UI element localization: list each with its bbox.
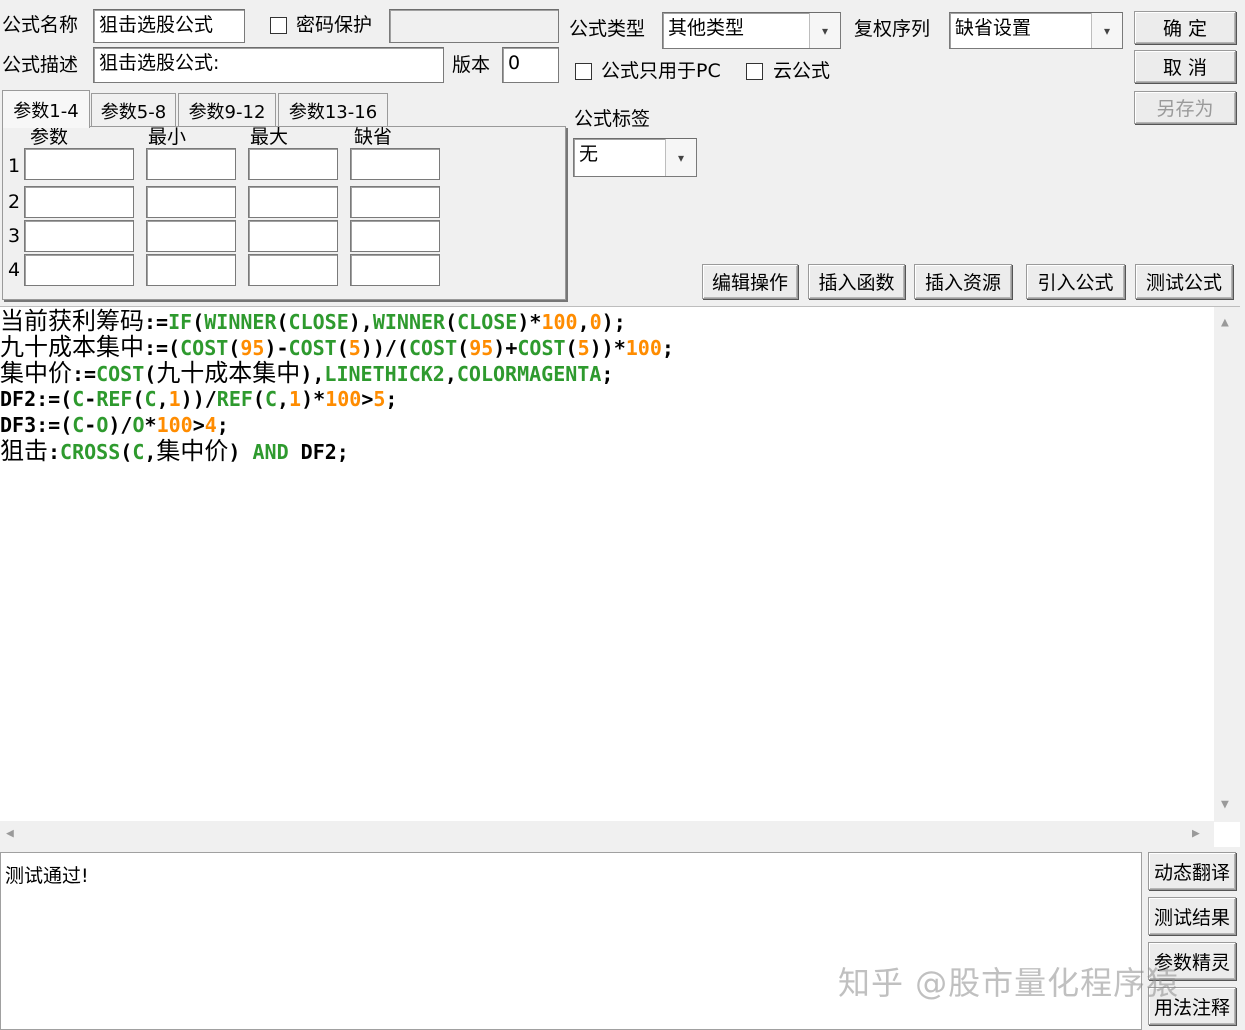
insert-resource-button[interactable]: 插入资源 <box>914 264 1012 299</box>
tab-params-1-4[interactable]: 参数1-4 <box>2 90 90 128</box>
param3-name-input[interactable] <box>24 220 134 252</box>
save-as-button[interactable]: 另存为 <box>1134 91 1236 124</box>
param-row-number: 1 <box>8 155 21 177</box>
scroll-left-icon[interactable]: ◀ <box>6 826 14 841</box>
pc-only-label: 公式只用于PC <box>601 60 721 82</box>
code-line: 当前获利筹码:=IF(WINNER(CLOSE),WINNER(CLOSE)*1… <box>0 307 626 335</box>
vertical-scrollbar[interactable]: ▲ ▼ <box>1214 307 1240 822</box>
cloud-label: 云公式 <box>773 60 831 82</box>
chevron-down-icon: ▾ <box>809 13 840 48</box>
insert-function-button[interactable]: 插入函数 <box>808 264 905 299</box>
formula-tag-select[interactable]: 无 ▾ <box>573 138 697 177</box>
param-header-default: 缺省 <box>354 126 393 148</box>
formula-type-label: 公式类型 <box>569 18 646 40</box>
tab-params-9-12[interactable]: 参数9-12 <box>178 93 276 127</box>
param3-default-input[interactable] <box>350 220 440 252</box>
param3-min-input[interactable] <box>146 220 236 252</box>
import-formula-button[interactable]: 引入公式 <box>1026 264 1125 299</box>
param4-min-input[interactable] <box>146 254 236 286</box>
scroll-down-icon[interactable]: ▼ <box>1221 797 1229 812</box>
formula-name-input[interactable]: 狙击选股公式 <box>93 9 245 43</box>
chevron-down-icon: ▾ <box>665 139 696 176</box>
tab-params-13-16[interactable]: 参数13-16 <box>278 93 388 127</box>
chevron-down-icon: ▾ <box>1091 13 1122 48</box>
version-label: 版本 <box>452 54 491 76</box>
param4-default-input[interactable] <box>350 254 440 286</box>
dynamic-translate-button[interactable]: 动态翻译 <box>1148 852 1236 890</box>
test-formula-button[interactable]: 测试公式 <box>1135 264 1233 299</box>
formula-type-value: 其他类型 <box>668 17 745 39</box>
param-header-min: 最小 <box>148 126 187 148</box>
param2-min-input[interactable] <box>146 186 236 218</box>
code-line: 九十成本集中:=(COST(95)-COST(5))/(COST(95)+COS… <box>0 333 674 361</box>
formula-desc-label: 公式描述 <box>2 54 79 76</box>
rights-sequence-value: 缺省设置 <box>955 17 1032 39</box>
test-result-button[interactable]: 测试结果 <box>1148 897 1236 935</box>
ok-button[interactable]: 确 定 <box>1134 11 1236 44</box>
param4-name-input[interactable] <box>24 254 134 286</box>
formula-type-select[interactable]: 其他类型 ▾ <box>662 12 841 49</box>
param-row-number: 2 <box>8 191 21 213</box>
code-line: 狙击:CROSS(C,集中价) AND DF2; <box>0 437 349 465</box>
code-line: DF3:=(C-O)/O*100>4; <box>0 413 229 437</box>
param-row-number: 4 <box>8 259 21 281</box>
param4-max-input[interactable] <box>248 254 338 286</box>
param2-name-input[interactable] <box>24 186 134 218</box>
cloud-checkbox[interactable] <box>746 63 763 80</box>
formula-code-editor[interactable]: 当前获利筹码:=IF(WINNER(CLOSE),WINNER(CLOSE)*1… <box>0 306 1240 847</box>
edit-operations-button[interactable]: 编辑操作 <box>702 264 798 299</box>
scroll-right-icon[interactable]: ▶ <box>1192 826 1200 841</box>
tab-params-5-8[interactable]: 参数5-8 <box>91 93 176 127</box>
param3-max-input[interactable] <box>248 220 338 252</box>
formula-desc-input[interactable]: 狙击选股公式: <box>93 47 444 83</box>
scroll-up-icon[interactable]: ▲ <box>1221 315 1229 330</box>
test-output-message: 测试通过! <box>5 865 89 887</box>
version-input[interactable]: 0 <box>502 47 559 83</box>
formula-name-label: 公式名称 <box>2 14 79 36</box>
param-row-number: 3 <box>8 225 21 247</box>
horizontal-scrollbar[interactable]: ◀ ▶ <box>0 821 1214 847</box>
param1-min-input[interactable] <box>146 148 236 180</box>
code-line: DF2:=(C-REF(C,1))/REF(C,1)*100>5; <box>0 387 398 411</box>
param1-name-input[interactable] <box>24 148 134 180</box>
password-input <box>389 9 559 43</box>
param2-max-input[interactable] <box>248 186 338 218</box>
password-checkbox[interactable] <box>270 17 287 34</box>
param1-max-input[interactable] <box>248 148 338 180</box>
watermark: 知乎 @股市量化程序猿 <box>838 964 1180 1002</box>
rights-sequence-label: 复权序列 <box>854 18 931 40</box>
param-header-max: 最大 <box>250 126 289 148</box>
rights-sequence-select[interactable]: 缺省设置 ▾ <box>949 12 1123 49</box>
formula-tag-value: 无 <box>579 143 599 165</box>
param1-default-input[interactable] <box>350 148 440 180</box>
param2-default-input[interactable] <box>350 186 440 218</box>
param-header-name: 参数 <box>30 126 69 148</box>
password-label: 密码保护 <box>296 14 373 36</box>
cancel-button[interactable]: 取 消 <box>1134 50 1236 83</box>
pc-only-checkbox[interactable] <box>575 63 592 80</box>
formula-tag-label: 公式标签 <box>574 108 651 130</box>
code-line: 集中价:=COST(九十成本集中),LINETHICK2,COLORMAGENT… <box>0 359 614 387</box>
